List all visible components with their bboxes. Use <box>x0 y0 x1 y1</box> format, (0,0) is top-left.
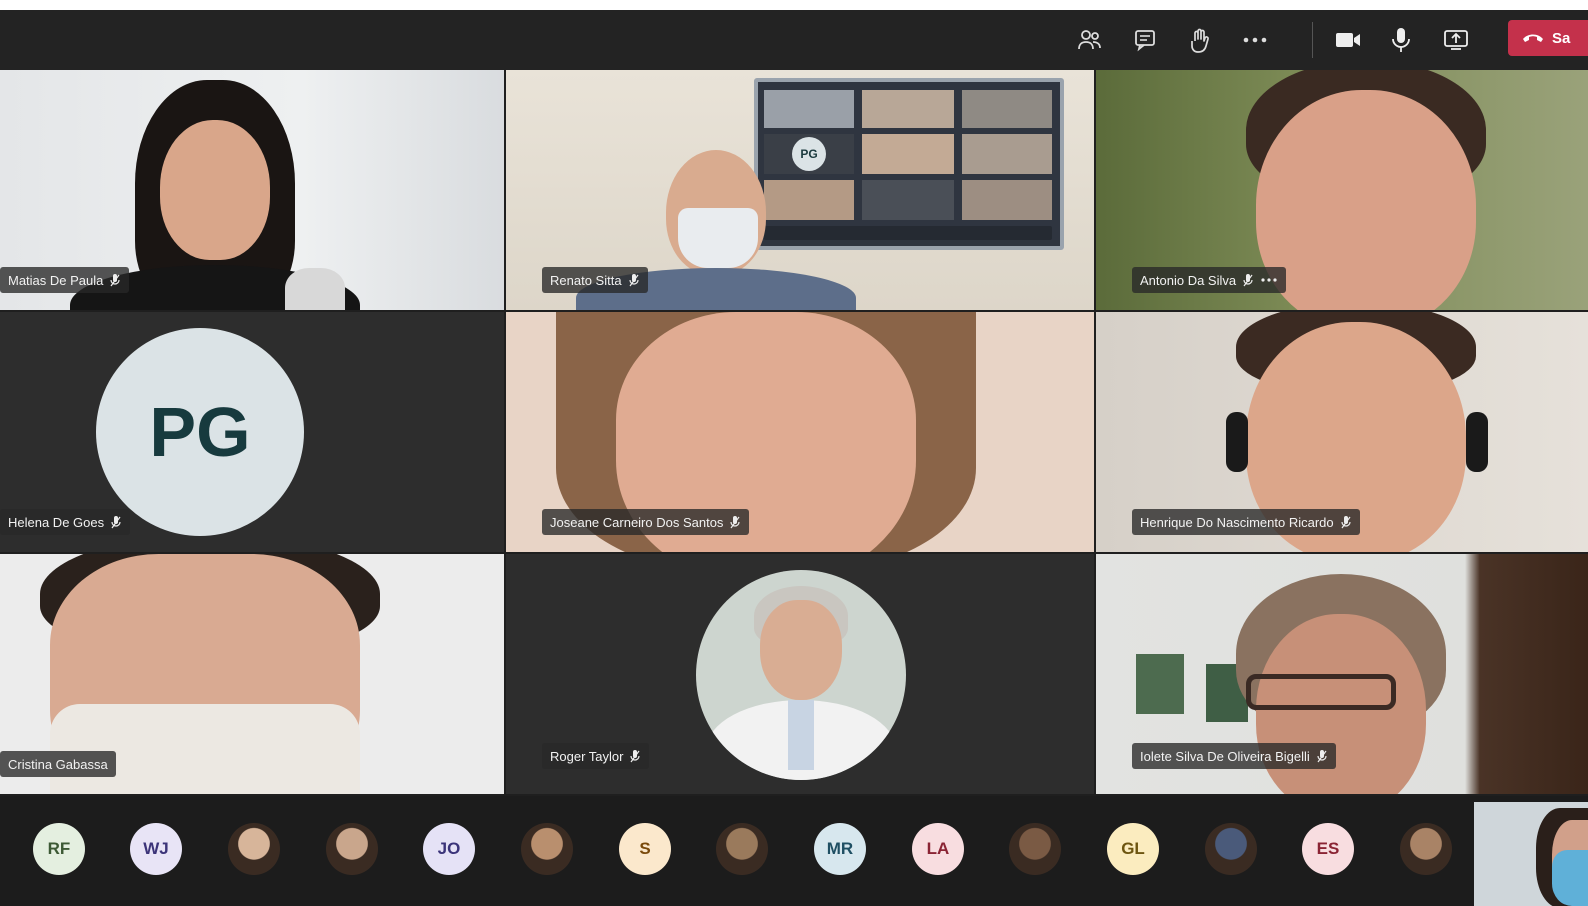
camera-icon <box>1336 33 1360 47</box>
strip-avatar[interactable]: LA <box>912 823 964 875</box>
more-actions-button[interactable] <box>1239 24 1271 56</box>
participant-name: Roger Taylor <box>550 748 624 764</box>
mic-on-icon <box>110 274 120 287</box>
mic-icon <box>1392 28 1410 52</box>
participants-icon <box>1078 30 1101 50</box>
strip-avatar[interactable]: MR <box>814 823 866 875</box>
participant-avatar: PG <box>96 328 304 536</box>
mic-on-icon <box>630 750 641 763</box>
participant-name-tag: Renato Sitta <box>542 267 648 293</box>
strip-avatar[interactable]: RF <box>33 823 85 875</box>
participant-name-tag: Iolete Silva De Oliveira Bigelli <box>1132 743 1336 769</box>
participant-name-tag: Joseane Carneiro Dos Santos <box>542 509 750 535</box>
camera-button[interactable] <box>1332 24 1364 56</box>
strip-avatar-photo[interactable] <box>1400 823 1452 875</box>
participant-name-tag: Antonio Da Silva <box>1132 267 1287 293</box>
participant-tile[interactable]: Henrique Do Nascimento Ricardo <box>1096 312 1588 552</box>
participant-name-tag: Matias De Paula <box>0 267 130 293</box>
participants-button[interactable] <box>1074 24 1106 56</box>
chat-icon <box>1135 30 1155 52</box>
leave-button[interactable]: Sa <box>1508 20 1588 56</box>
strip-avatar-photo[interactable] <box>716 823 768 875</box>
self-view-video[interactable] <box>1474 802 1588 906</box>
participant-name: Helena De Goes <box>8 514 105 530</box>
share-screen-icon <box>1444 30 1468 50</box>
share-screen-button[interactable] <box>1440 24 1472 56</box>
hang-up-icon <box>1523 34 1543 42</box>
participant-tile[interactable]: Antonio Da Silva <box>1096 70 1588 310</box>
participant-name: Joseane Carneiro Dos Santos <box>550 514 724 530</box>
wall-picture <box>1136 654 1184 714</box>
participant-tile[interactable]: Cristina Gabassa <box>0 554 504 794</box>
mic-on-icon <box>1341 516 1351 529</box>
participant-name-tag: Henrique Do Nascimento Ricardo <box>1132 509 1360 535</box>
meeting-toolbar: Sa <box>0 10 1588 70</box>
strip-avatar-photo[interactable] <box>521 823 573 875</box>
strip-avatar-photo[interactable] <box>228 823 280 875</box>
participant-strip: RF WJ JO S MR LA GL ES <box>0 796 1588 906</box>
participant-name-tag: Cristina Gabassa <box>0 751 116 777</box>
strip-avatar[interactable]: ES <box>1302 823 1354 875</box>
participant-name: Antonio Da Silva <box>1140 272 1237 288</box>
mic-on-icon <box>1317 750 1327 763</box>
strip-avatar-photo[interactable] <box>1009 823 1061 875</box>
participant-name: Iolete Silva De Oliveira Bigelli <box>1140 748 1310 764</box>
raise-hand-button[interactable] <box>1184 24 1216 56</box>
more-icon[interactable] <box>1260 277 1278 283</box>
strip-avatar[interactable]: JO <box>423 823 475 875</box>
participant-tile[interactable]: PG Helena De Goes <box>0 312 504 552</box>
participant-avatar <box>696 570 906 780</box>
leave-label: Sa <box>1552 29 1571 47</box>
participant-name: Matias De Paula <box>8 272 104 288</box>
chat-button[interactable] <box>1129 24 1161 56</box>
participant-tile[interactable]: Roger Taylor <box>506 554 1094 794</box>
toolbar-divider <box>1312 22 1313 58</box>
more-icon <box>1243 37 1267 43</box>
participant-name: Renato Sitta <box>550 272 622 288</box>
participant-name-tag: Helena De Goes <box>0 509 131 535</box>
participant-tile[interactable]: PG Renato Sitta <box>506 70 1094 310</box>
mic-on-icon <box>111 516 121 529</box>
video-grid: Matias De Paula PG Renato Sitta Antonio … <box>0 70 1588 794</box>
microphone-button[interactable] <box>1385 24 1417 56</box>
strip-avatar[interactable]: GL <box>1107 823 1159 875</box>
strip-avatar-photo[interactable] <box>1205 823 1257 875</box>
participant-tile[interactable]: Matias De Paula <box>0 70 504 310</box>
raise-hand-icon <box>1191 28 1209 53</box>
meeting-window: Sa Matias De Paula PG Renato Sitta Anton… <box>0 10 1588 906</box>
strip-avatar[interactable]: S <box>619 823 671 875</box>
participant-name: Cristina Gabassa <box>8 756 108 772</box>
participant-name: Henrique Do Nascimento Ricardo <box>1140 514 1334 530</box>
participant-tile[interactable]: Joseane Carneiro Dos Santos <box>506 312 1094 552</box>
mic-on-icon <box>1243 274 1253 287</box>
mic-on-icon <box>730 516 741 529</box>
strip-avatar-photo[interactable] <box>326 823 378 875</box>
strip-avatar[interactable]: WJ <box>130 823 182 875</box>
participant-name-tag: Roger Taylor <box>542 743 650 769</box>
participant-tile[interactable]: Iolete Silva De Oliveira Bigelli <box>1096 554 1588 794</box>
mic-on-icon <box>628 274 639 287</box>
